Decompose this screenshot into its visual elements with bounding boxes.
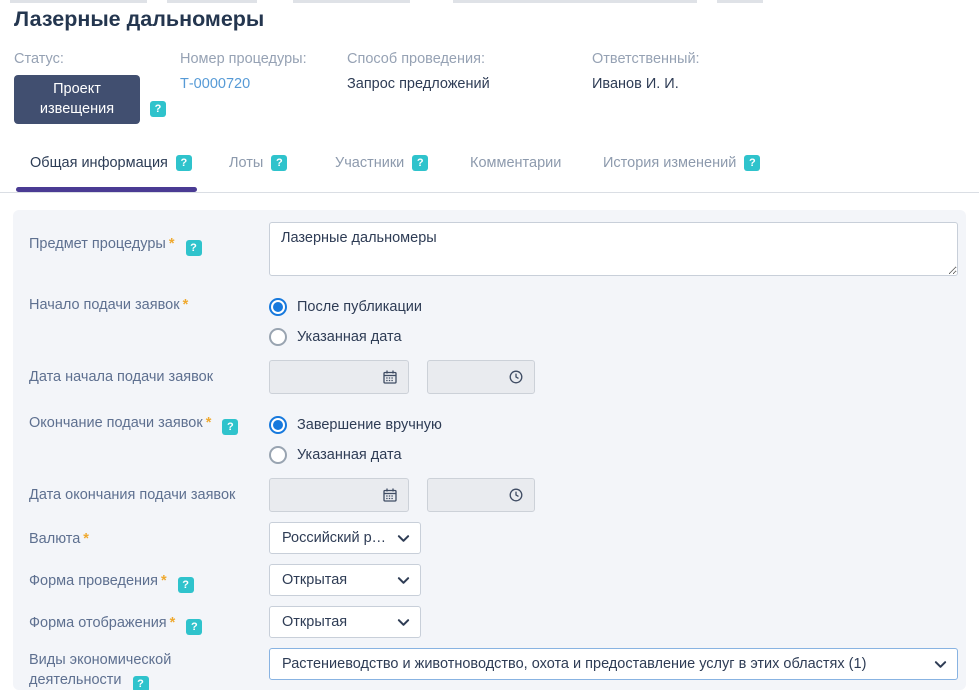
required-asterisk: * xyxy=(161,573,167,589)
currency-label: Валюта* xyxy=(29,522,269,554)
start-specified-date-radio[interactable]: Указанная дата xyxy=(269,324,958,350)
end-date-label: Дата окончания подачи заявок xyxy=(29,478,269,512)
procedure-page: Лазерные дальномеры Статус: Проект извещ… xyxy=(0,0,979,695)
display-form-select[interactable]: Открытая xyxy=(269,606,421,638)
help-icon[interactable]: ? xyxy=(744,155,760,171)
radio-selected-icon xyxy=(269,416,287,434)
clock-icon xyxy=(508,369,524,385)
form-row-display-form: Форма отображения* ? Открытая xyxy=(29,606,958,638)
help-icon[interactable]: ? xyxy=(178,577,194,593)
tab-label: Лоты xyxy=(229,155,263,171)
method-column: Способ проведения: Запрос предложений xyxy=(347,51,490,92)
end-specified-date-radio[interactable]: Указанная дата xyxy=(269,442,958,468)
radio-unselected-icon xyxy=(269,328,287,346)
subject-textarea[interactable]: Лазерные дальномеры xyxy=(269,222,958,276)
tab-bar: Общая информация ? Лоты ? Участники ? Ко… xyxy=(0,140,979,193)
clock-icon xyxy=(508,487,524,503)
tab-label: Комментарии xyxy=(470,155,561,171)
tab-label: Общая информация xyxy=(30,155,168,171)
procedure-number-column: Номер процедуры: Т-0000720 xyxy=(180,51,307,92)
conduct-form-label: Форма проведения* ? xyxy=(29,564,269,596)
chevron-down-icon xyxy=(397,616,410,629)
help-icon[interactable]: ? xyxy=(176,155,192,171)
method-label: Способ проведения: xyxy=(347,51,490,67)
help-icon[interactable]: ? xyxy=(186,619,202,635)
start-applications-radio-group: После публикации Указанная дата xyxy=(269,292,958,350)
start-date-input xyxy=(269,360,409,394)
form-row-subject: Предмет процедуры* ? Лазерные дальномеры xyxy=(29,222,958,276)
help-icon[interactable]: ? xyxy=(222,419,238,435)
responsible-value: Иванов И. И. xyxy=(592,76,700,92)
tab-participants[interactable]: Участники ? xyxy=(335,155,428,171)
required-asterisk: * xyxy=(206,415,212,431)
end-applications-label: Окончание подачи заявок* ? xyxy=(29,410,269,468)
form-row-conduct-form: Форма проведения* ? Открытая xyxy=(29,564,958,596)
required-asterisk: * xyxy=(170,615,176,631)
status-column: Статус: Проект извещения ? xyxy=(14,51,166,124)
responsible-label: Ответственный: xyxy=(592,51,700,67)
activity-kinds-select[interactable]: Растениеводство и животноводство, охота … xyxy=(269,648,958,680)
chevron-down-icon xyxy=(934,658,947,671)
calendar-icon xyxy=(382,369,398,385)
end-date-input xyxy=(269,478,409,512)
end-manual-radio[interactable]: Завершение вручную xyxy=(269,412,958,438)
start-time-input xyxy=(427,360,535,394)
help-icon[interactable]: ? xyxy=(133,676,149,690)
help-icon[interactable]: ? xyxy=(186,240,202,256)
start-after-publication-radio[interactable]: После публикации xyxy=(269,294,958,320)
tab-comments[interactable]: Комментарии xyxy=(470,155,561,171)
start-applications-label: Начало подачи заявок* xyxy=(29,292,269,350)
start-date-label: Дата начала подачи заявок xyxy=(29,360,269,394)
general-info-form: Предмет процедуры* ? Лазерные дальномеры… xyxy=(13,210,966,690)
form-row-activity-kinds: Виды экономической деятельности ? Растен… xyxy=(29,648,958,690)
form-row-start-applications: Начало подачи заявок* После публикации У… xyxy=(29,292,958,350)
tab-general-info[interactable]: Общая информация ? xyxy=(30,155,192,171)
tab-history[interactable]: История изменений ? xyxy=(603,155,760,171)
display-form-label: Форма отображения* ? xyxy=(29,606,269,638)
conduct-form-select[interactable]: Открытая xyxy=(269,564,421,596)
currency-select[interactable]: Российский рубль xyxy=(269,522,421,554)
form-row-end-applications: Окончание подачи заявок* ? Завершение вр… xyxy=(29,410,958,468)
radio-unselected-icon xyxy=(269,446,287,464)
help-icon[interactable]: ? xyxy=(271,155,287,171)
chevron-down-icon xyxy=(397,532,410,545)
page-title: Лазерные дальномеры xyxy=(14,7,264,32)
subject-label: Предмет процедуры* ? xyxy=(29,222,269,276)
active-tab-underline xyxy=(16,187,197,192)
required-asterisk: * xyxy=(183,297,189,313)
tab-label: История изменений xyxy=(603,155,736,171)
end-applications-radio-group: Завершение вручную Указанная дата xyxy=(269,410,958,468)
help-icon[interactable]: ? xyxy=(150,101,166,117)
end-time-input xyxy=(427,478,535,512)
tab-label: Участники xyxy=(335,155,404,171)
method-value: Запрос предложений xyxy=(347,76,490,92)
status-badge: Проект извещения xyxy=(14,75,140,124)
form-row-start-date: Дата начала подачи заявок xyxy=(29,360,958,394)
procedure-number-label: Номер процедуры: xyxy=(180,51,307,67)
help-icon[interactable]: ? xyxy=(412,155,428,171)
radio-selected-icon xyxy=(269,298,287,316)
calendar-icon xyxy=(382,487,398,503)
procedure-number-link[interactable]: Т-0000720 xyxy=(180,76,250,92)
required-asterisk: * xyxy=(83,531,89,547)
activity-kinds-label: Виды экономической деятельности ? xyxy=(29,648,269,690)
tab-lots[interactable]: Лоты ? xyxy=(229,155,287,171)
form-row-currency: Валюта* Российский рубль xyxy=(29,522,958,554)
chevron-down-icon xyxy=(397,574,410,587)
status-label: Статус: xyxy=(14,51,166,67)
form-row-end-date: Дата окончания подачи заявок xyxy=(29,478,958,512)
required-asterisk: * xyxy=(169,236,175,252)
responsible-column: Ответственный: Иванов И. И. xyxy=(592,51,700,92)
